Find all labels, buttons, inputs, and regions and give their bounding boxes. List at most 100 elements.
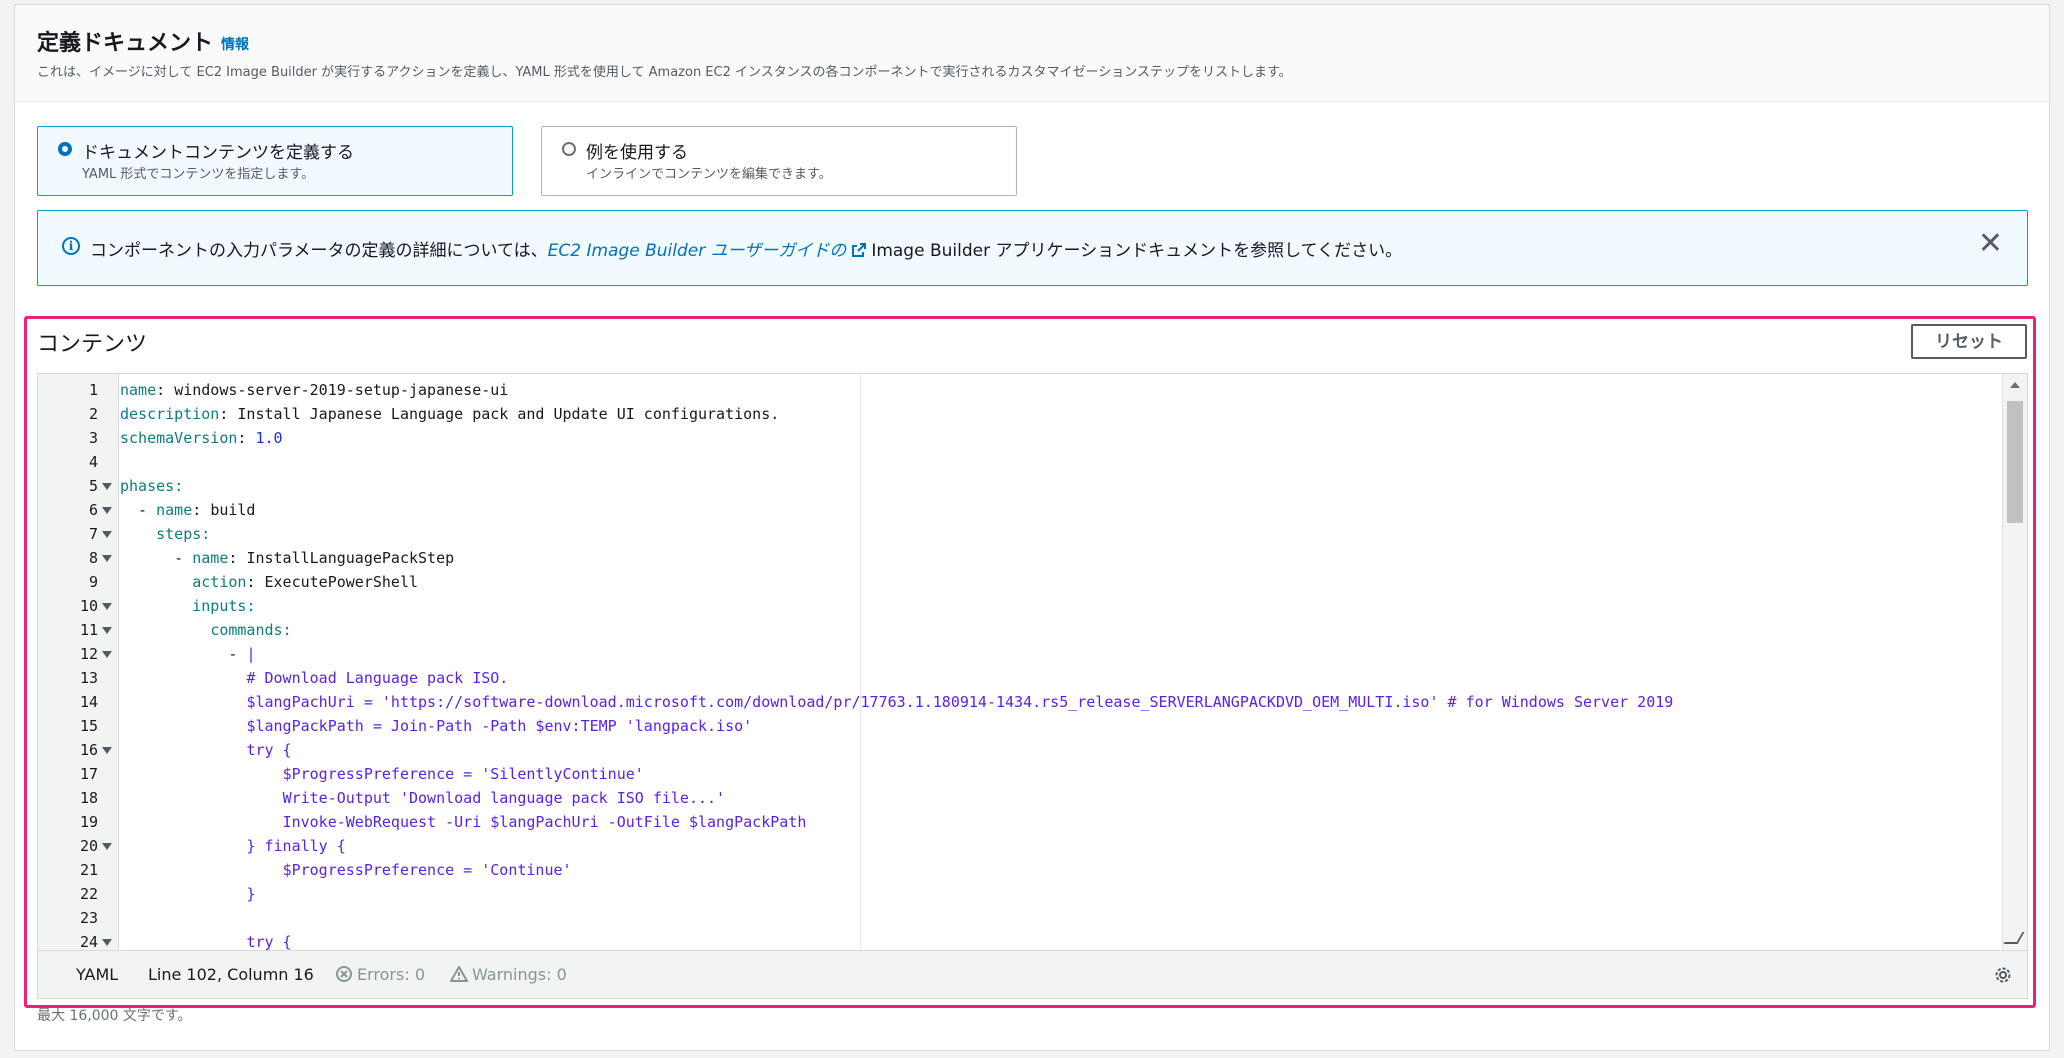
code-line[interactable]: 11 commands: [38,618,1998,642]
code-text: Invoke-WebRequest -Uri $langPachUri -Out… [120,810,807,834]
warnings-indicator[interactable]: Warnings: 0 [450,965,567,984]
fold-toggle-icon[interactable] [102,483,112,490]
line-number: 21 [79,861,98,879]
fold-toggle-icon[interactable] [102,507,112,514]
option-use-example-description: インラインでコンテンツを編集できます。 [586,167,832,182]
warning-triangle-icon [450,966,468,982]
code-line[interactable]: 13 # Download Language pack ISO. [38,666,1998,690]
code-text: try { [120,738,292,762]
alert-text-after: Image Builder アプリケーションドキュメントを参照してください。 [871,241,1403,261]
code-line[interactable]: 1 name: windows-server-2019-setup-japanes… [38,378,1998,402]
code-text: phases: [120,474,183,498]
fold-toggle-icon[interactable] [102,747,112,754]
panel-description: これは、イメージに対して EC2 Image Builder が実行するアクショ… [37,65,1292,80]
code-line[interactable]: 4 [38,450,1998,474]
yaml-colon: : [174,477,184,495]
code-text: action: ExecutePowerShell [192,573,419,591]
cursor-position: Line 102, Column 16 [148,965,314,984]
code-line[interactable]: 18 Write-Output 'Download language pack … [38,786,1998,810]
script-text: $langPachUri = 'https://software-downloa… [246,693,1674,711]
fold-toggle-icon[interactable] [102,627,112,634]
option-define-content-description: YAML 形式でコンテンツを指定します。 [82,167,315,182]
fold-toggle-icon[interactable] [102,939,112,946]
script-text: try { [246,933,292,951]
code-text: } [120,882,255,906]
line-number: 1 [88,381,98,399]
code-line[interactable]: 22 } [38,882,1998,906]
line-number: 4 [88,453,98,471]
yaml-colon: : [246,597,256,615]
code-editor[interactable]: 1 name: windows-server-2019-setup-japanes… [37,373,2028,951]
line-number: 24 [79,933,98,951]
yaml-key: name [120,381,157,399]
user-guide-link[interactable]: EC2 Image Builder ユーザーガイドの [548,241,847,261]
alert-text-before: コンポーネントの入力パラメータの定義の詳細については、 [90,241,548,261]
code-text: steps: [120,522,210,546]
line-number: 11 [79,621,98,639]
line-number: 5 [88,477,98,495]
fold-toggle-icon[interactable] [102,603,112,610]
vertical-scrollbar[interactable] [2002,374,2027,950]
line-number: 17 [79,765,98,783]
code-line[interactable]: 21 $ProgressPreference = 'Continue' [38,858,1998,882]
code-lines[interactable]: 1 name: windows-server-2019-setup-japanes… [38,378,1998,951]
option-use-example[interactable]: 例を使用する インラインでコンテンツを編集できます。 [541,126,1017,196]
yaml-key: phases [120,477,175,495]
panel-title: 定義ドキュメント [37,31,214,56]
code-text: - name: InstallLanguagePackStep [120,549,455,567]
code-line[interactable]: 24 try { [38,930,1998,951]
script-text: } finally { [246,837,346,855]
errors-indicator[interactable]: Errors: 0 [335,965,425,984]
code-line[interactable]: 12 - | [38,642,1998,666]
yaml-key: steps [156,525,202,543]
close-icon[interactable]: ✕ [1978,229,2003,259]
script-text: try { [246,741,292,759]
code-line[interactable]: 10 inputs: [38,594,1998,618]
scroll-up-icon[interactable] [2010,382,2020,388]
panel-header: 定義ドキュメント 情報 これは、イメージに対して EC2 Image Build… [15,5,2049,102]
yaml-key: description [120,405,220,423]
code-line[interactable]: 5 phases: [38,474,1998,498]
line-number: 6 [88,501,98,519]
code-line[interactable]: 6 - name: build [38,498,1998,522]
code-line[interactable]: 8 - name: InstallLanguagePackStep [38,546,1998,570]
code-line[interactable]: 19 Invoke-WebRequest -Uri $langPachUri -… [38,810,1998,834]
code-line[interactable]: 14 $langPachUri = 'https://software-down… [38,690,1998,714]
reset-button[interactable]: リセット [1911,324,2027,359]
line-number: 9 [88,573,98,591]
code-line[interactable]: 3 schemaVersion: 1.0 [38,426,1998,450]
info-link[interactable]: 情報 [221,34,249,54]
code-line[interactable]: 20 } finally { [38,834,1998,858]
code-line[interactable]: 7 steps: [38,522,1998,546]
code-line[interactable]: 2 description: Install Japanese Language … [38,402,1998,426]
script-text: | [246,645,256,663]
option-use-example-label: 例を使用する [586,143,688,163]
code-line[interactable]: 23 [38,906,1998,930]
script-text: # Download Language pack ISO. [246,669,509,687]
yaml-key: commands [210,621,283,639]
radio-define-content[interactable] [58,142,72,156]
scrollbar-thumb[interactable] [2007,401,2023,523]
fold-toggle-icon[interactable] [102,651,112,658]
fold-toggle-icon[interactable] [102,555,112,562]
info-icon: i [62,237,80,255]
code-text: description: Install Japanese Language p… [120,405,780,423]
code-line[interactable]: 17 $ProgressPreference = 'SilentlyContin… [38,762,1998,786]
line-number: 15 [79,717,98,735]
yaml-key: action [192,573,247,591]
option-define-content[interactable]: ドキュメントコンテンツを定義する YAML 形式でコンテンツを指定します。 [37,126,513,196]
external-link-icon[interactable] [851,242,867,258]
code-line[interactable]: 15 $langPackPath = Join-Path -Path $env:… [38,714,1998,738]
script-text: Write-Output 'Download language pack ISO… [282,789,726,807]
radio-use-example[interactable] [562,142,576,156]
code-line[interactable]: 9 action: ExecutePowerShell [38,570,1998,594]
fold-toggle-icon[interactable] [102,531,112,538]
yaml-value: Install Japanese Language pack and Updat… [237,405,780,423]
gear-icon[interactable] [1993,965,2013,985]
yaml-key: inputs [192,597,247,615]
line-number: 18 [79,789,98,807]
fold-toggle-icon[interactable] [102,843,112,850]
code-text: name: windows-server-2019-setup-japanese… [120,381,509,399]
line-number: 10 [79,597,98,615]
code-line[interactable]: 16 try { [38,738,1998,762]
